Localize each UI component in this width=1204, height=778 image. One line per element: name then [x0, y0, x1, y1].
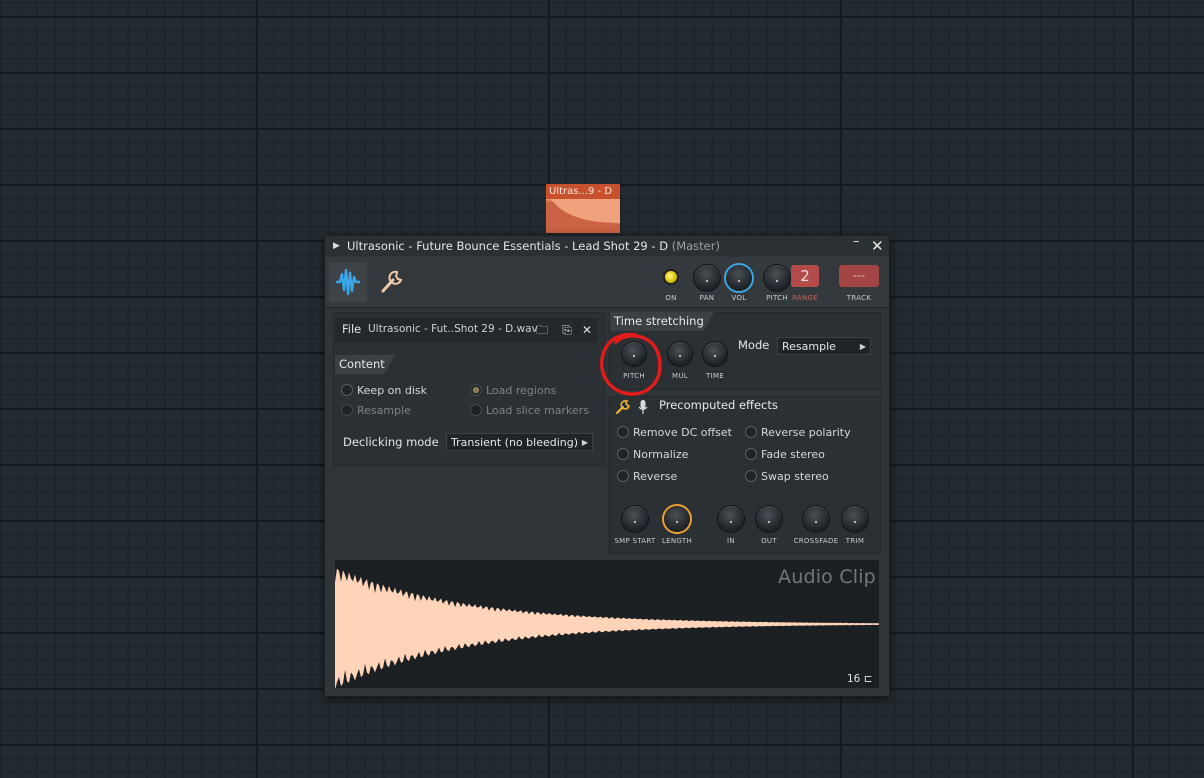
- reverse-radio[interactable]: [617, 470, 629, 482]
- window-title-main: Ultrasonic - Future Bounce Essentials - …: [347, 239, 669, 253]
- chevron-right-icon: ▶: [581, 438, 588, 447]
- close-button[interactable]: ✕: [871, 236, 884, 256]
- normalize-label: Normalize: [633, 448, 689, 461]
- range-label: RANGE: [792, 294, 818, 302]
- wrench-icon[interactable]: [615, 399, 631, 415]
- reverse-label: Reverse: [633, 470, 678, 483]
- remove-dc-offset-label: Remove DC offset: [633, 426, 732, 439]
- keep-on-disk-radio[interactable]: [341, 384, 353, 396]
- length-knob[interactable]: [664, 506, 690, 532]
- load-slice-markers-radio[interactable]: [470, 404, 482, 416]
- reverse-polarity-option[interactable]: Reverse polarity: [745, 426, 851, 439]
- resample-option[interactable]: Resample: [341, 404, 411, 417]
- swap-stereo-label: Swap stereo: [761, 470, 829, 483]
- waveform-display[interactable]: Audio Clip 16 ⊏: [335, 560, 879, 690]
- window-menu-arrow-icon[interactable]: ▶: [333, 236, 340, 256]
- mode-dropdown[interactable]: Resample ▶: [777, 337, 871, 355]
- chevron-right-icon: ▶: [859, 342, 866, 351]
- time-stretch-time-label: TIME: [705, 372, 724, 380]
- mode-value: Resample: [782, 340, 836, 353]
- edit-file-icon[interactable]: ⎘: [557, 320, 577, 340]
- load-regions-option[interactable]: Load regions: [470, 384, 556, 397]
- resample-label: Resample: [357, 404, 411, 417]
- pitch-knob-channel[interactable]: [764, 265, 790, 291]
- precomputed-effects-heading: Precomputed effects: [659, 398, 778, 412]
- open-file-icon[interactable]: 🗀: [532, 320, 552, 340]
- trim-label: TRIM: [845, 537, 865, 545]
- time-stretch-time-knob[interactable]: [703, 342, 727, 366]
- playlist-clip[interactable]: Ultras...9 - D: [546, 184, 620, 233]
- minimize-button[interactable]: –: [853, 232, 860, 252]
- declicking-mode-dropdown[interactable]: Transient (no bleeding) ▶: [446, 433, 593, 451]
- trim-knob[interactable]: [842, 506, 868, 532]
- file-bar: File Ultrasonic - Fut..Shot 29 - D.wav 🗀…: [335, 318, 597, 342]
- mode-label: Mode: [738, 338, 770, 352]
- pitch-range-display[interactable]: 2: [791, 265, 819, 287]
- load-regions-label: Load regions: [486, 384, 557, 397]
- waveform-icon: [336, 268, 360, 296]
- remove-file-icon[interactable]: ✕: [577, 320, 597, 340]
- swap-stereo-option[interactable]: Swap stereo: [745, 470, 829, 483]
- swap-stereo-radio[interactable]: [745, 470, 757, 482]
- resample-radio[interactable]: [341, 404, 353, 416]
- load-slice-markers-label: Load slice markers: [486, 404, 590, 417]
- loop-icon: ⊏: [863, 673, 873, 685]
- fade-stereo-label: Fade stereo: [761, 448, 825, 461]
- window-titlebar[interactable]: ▶ Ultrasonic - Future Bounce Essentials …: [325, 234, 889, 256]
- crossfade-knob[interactable]: [803, 506, 829, 532]
- window-title-suffix: (Master): [671, 239, 720, 253]
- waveform-count-value: 16: [847, 673, 861, 685]
- tab-misc-functions[interactable]: [375, 265, 409, 299]
- keep-on-disk-option[interactable]: Keep on disk: [341, 384, 427, 397]
- fade-in-knob[interactable]: [718, 506, 744, 532]
- mixer-track-selector[interactable]: ---: [839, 265, 879, 287]
- channel-toolbar: ON PAN VOL PITCH 2 RANGE --- TRACK: [325, 257, 889, 308]
- file-name: Ultrasonic - Fut..Shot 29 - D.wav: [368, 323, 538, 335]
- channel-settings-window: ▶ Ultrasonic - Future Bounce Essentials …: [324, 234, 890, 697]
- fade-stereo-radio[interactable]: [745, 448, 757, 460]
- normalize-option[interactable]: Normalize: [617, 448, 688, 461]
- declicking-mode-label: Declicking mode: [343, 435, 439, 449]
- file-label: File: [342, 322, 362, 336]
- track-label: TRACK: [846, 294, 872, 302]
- volume-knob[interactable]: [726, 265, 752, 291]
- waveform-count[interactable]: 16 ⊏: [847, 673, 873, 685]
- out-label: OUT: [761, 537, 777, 545]
- fade-out-knob[interactable]: [756, 506, 782, 532]
- load-regions-radio[interactable]: [470, 384, 482, 396]
- audio-clip-label: Audio Clip: [778, 566, 876, 588]
- channel-on-led[interactable]: [665, 271, 677, 283]
- declicking-mode-value: Transient (no bleeding): [451, 436, 579, 449]
- length-label: LENGTH: [661, 537, 693, 545]
- normalize-radio[interactable]: [617, 448, 629, 460]
- reverse-polarity-radio[interactable]: [745, 426, 757, 438]
- reverse-option[interactable]: Reverse: [617, 470, 677, 483]
- window-title: Ultrasonic - Future Bounce Essentials - …: [347, 236, 720, 256]
- tab-sample-settings[interactable]: [329, 262, 367, 302]
- remove-dc-offset-option[interactable]: Remove DC offset: [617, 426, 732, 439]
- microphone-icon[interactable]: [638, 399, 648, 415]
- time-stretch-mul-knob[interactable]: [668, 342, 692, 366]
- fade-stereo-option[interactable]: Fade stereo: [745, 448, 825, 461]
- pan-knob[interactable]: [694, 265, 720, 291]
- keep-on-disk-label: Keep on disk: [357, 384, 428, 397]
- annotation-circle: [600, 332, 662, 396]
- reverse-polarity-label: Reverse polarity: [761, 426, 851, 439]
- smp-start-knob[interactable]: [622, 506, 648, 532]
- content-heading: Content: [335, 355, 395, 374]
- remove-dc-offset-radio[interactable]: [617, 426, 629, 438]
- playlist-clip-label: Ultras...9 - D: [546, 184, 620, 199]
- time-stretching-heading: Time stretching: [610, 312, 714, 331]
- playlist-clip-waveform: [546, 199, 620, 233]
- load-slice-markers-option[interactable]: Load slice markers: [470, 404, 589, 417]
- wrench-icon: [381, 270, 403, 293]
